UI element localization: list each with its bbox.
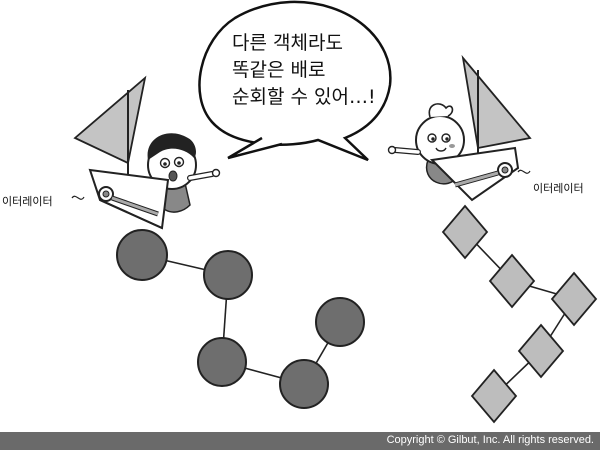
diamond-node [488,253,536,309]
speech-bubble-text: 다른 객체라도 똑같은 배로 순회할 수 있어…! [232,30,376,111]
diamond-node [517,323,565,379]
right-iterator-label: 이터레이터 [533,182,584,195]
circle-node [197,337,247,387]
speech-line: 똑같은 배로 [232,59,326,81]
diamond-node [441,204,489,260]
copyright-text: Copyright © Gilbut, Inc. All rights rese… [386,434,594,446]
circle-node [279,359,329,409]
speech-line: 순회할 수 있어…! [232,86,376,108]
left-iterator-label: 이터레이터 [2,195,53,208]
circle-node-chain [116,229,365,409]
circle-node [203,250,253,300]
diamond-node-chain [441,204,598,424]
diamond-node [550,271,598,327]
circle-node [315,297,365,347]
speech-line: 다른 객체라도 [232,32,343,54]
footer-bar: Copyright © Gilbut, Inc. All rights rese… [0,432,600,450]
sail [461,54,532,150]
diamond-node [470,368,518,424]
sail [73,75,147,165]
left-iterator-boat [71,75,221,230]
circle-node [116,229,168,281]
right-iterator-boat [387,54,532,202]
